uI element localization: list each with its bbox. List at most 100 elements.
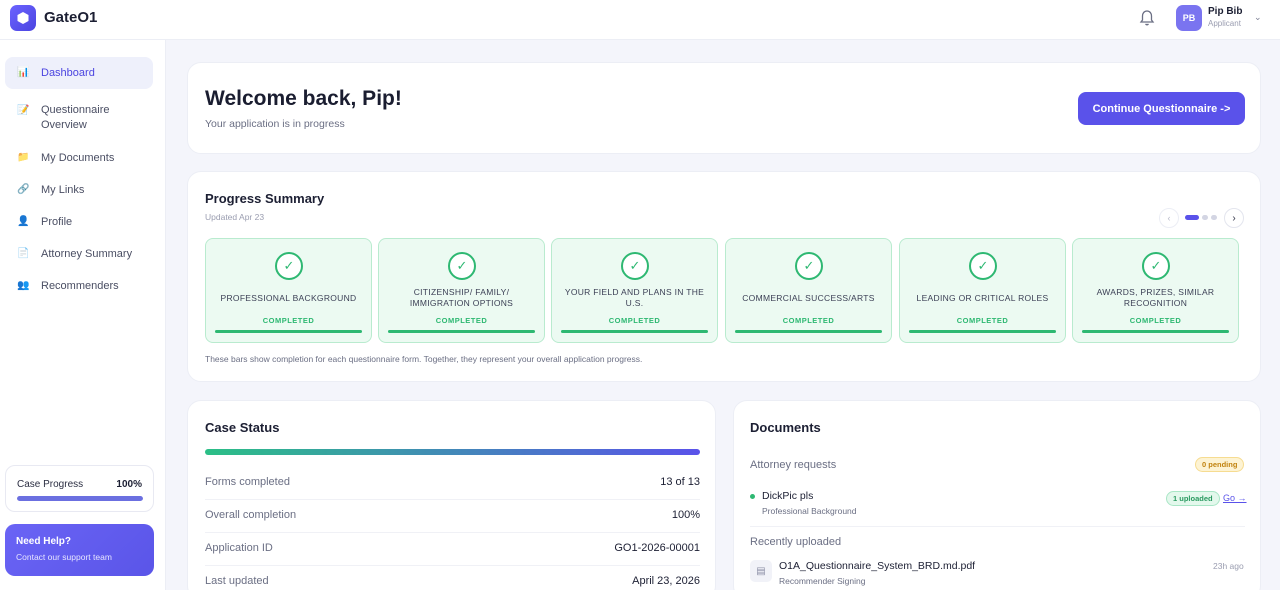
pending-badge: 0 pending [1195,457,1245,472]
progress-step-card[interactable]: ✓ LEADING OR CRITICAL ROLES COMPLETED [899,238,1066,343]
check-icon: ✓ [621,252,649,280]
progress-step-card[interactable]: ✓ COMMERCIAL SUCCESS/ARTS COMPLETED [725,238,892,343]
row-value: 100% [671,509,700,521]
updated-date: Updated Apr 23 [205,212,265,222]
link-icon: 🔗 [17,184,30,195]
sidebar-item-dashboard[interactable]: 📊 Dashboard [5,57,153,89]
progress-summary-card: Progress Summary Updated Apr 23 ‹ › Thes… [187,171,1261,382]
page-dot-2[interactable] [1202,215,1208,220]
step-progress-fill [561,330,708,333]
step-status: COMPLETED [956,316,1009,325]
check-icon: ✓ [1142,252,1170,280]
case-status-card: Case Status Forms completed 13 of 13 Overa… [187,400,716,590]
check-icon: ✓ [275,252,303,280]
continue-questionnaire-button[interactable]: Continue Questionnaire -> [1078,92,1245,125]
divider [750,526,1245,527]
row-value: April 23, 2026 [632,575,700,587]
progress-step-card[interactable]: ✓ AWARDS, PRIZES, SIMILAR RECOGNITION COMP… [1072,238,1239,343]
sidebar-item-my-links[interactable]: 🔗 My Links [5,177,153,203]
welcome-card: Welcome back, Pip! Your application is i… [187,62,1261,154]
help-card[interactable]: Need Help? Contact our support team [5,524,154,576]
step-status: COMPLETED [262,316,315,325]
case-status-bar [205,449,700,455]
sidebar-item-label: My Documents [41,151,115,164]
status-dot [750,494,755,499]
sidebar-item-attorney-summary[interactable]: 📄 Attorney Summary [5,241,153,267]
step-status: COMPLETED [1129,316,1182,325]
sidebar-item-questionnaire-overview[interactable]: 📝 Questionnaire Overview [5,97,153,141]
step-progress-fill [215,330,362,333]
sidebar: Case Progress 100% Need Help? Contact ou… [0,40,166,590]
step-progress-bar [1082,330,1229,333]
page-dot-1[interactable] [1185,215,1199,220]
step-label: YOUR FIELD AND PLANS IN THE U.S. [564,287,705,308]
questionnaire-icon: 📝 [17,105,30,116]
step-progress-fill [735,330,882,333]
go-link[interactable]: Go → [1223,493,1247,503]
summary-icon: 📄 [17,248,30,259]
sidebar-item-label: Questionnaire Overview [41,104,110,131]
sidebar-item-my-documents[interactable]: 📁 My Documents [5,145,153,171]
file-subtitle: Recommender Signing [779,576,866,586]
case-progress-fill [17,496,143,501]
file-time: 23h ago [1213,561,1244,571]
step-progress-bar [909,330,1056,333]
user-name[interactable]: Pip Bib [1208,6,1242,17]
step-progress-bar [215,330,362,333]
recently-uploaded-label: Recently uploaded [750,536,842,548]
progress-step-card[interactable]: ✓ YOUR FIELD AND PLANS IN THE U.S. COMPLET… [551,238,718,343]
step-progress-bar [735,330,882,333]
step-progress-fill [1082,330,1229,333]
progress-note: These bars show completion for each ques… [205,354,643,364]
page-dot-3[interactable] [1211,215,1217,220]
request-title: DickPic pls [762,490,814,502]
case-status-row: Application ID GO1-2026-00001 [205,534,700,566]
progress-summary-title: Progress Summary [205,191,325,206]
sidebar-item-label: Attorney Summary [41,247,133,260]
request-subtitle: Professional Background [762,506,857,516]
sidebar-item-label: My Links [41,183,85,196]
chevron-down-icon[interactable]: ⌄ [1254,12,1262,23]
row-key: Forms completed [205,476,290,488]
uploaded-badge: 1 uploaded [1166,491,1220,506]
attorney-requests-label: Attorney requests [750,459,837,471]
step-status: COMPLETED [608,316,661,325]
step-progress-bar [388,330,535,333]
step-progress-fill [909,330,1056,333]
check-icon: ✓ [448,252,476,280]
row-value: GO1-2026-00001 [614,542,700,554]
sidebar-item-label: Dashboard [41,66,95,79]
progress-step-card[interactable]: ✓ PROFESSIONAL BACKGROUND COMPLETED [205,238,372,343]
progress-step-card[interactable]: ✓ CITIZENSHIP/ FAMILY/ IMMIGRATION OPTION… [378,238,545,343]
welcome-title: Welcome back, Pip! [205,87,402,110]
case-status-row: Overall completion 100% [205,501,700,533]
case-status-fill [205,449,700,455]
case-status-title: Case Status [205,420,280,435]
people-icon: 👥 [17,280,30,291]
bell-icon[interactable] [1139,9,1155,27]
file-icon: ▤ [750,560,772,582]
step-label: COMMERCIAL SUCCESS/ARTS [742,292,875,303]
case-status-row: Last updated April 23, 2026 [205,567,700,590]
sidebar-item-recommenders[interactable]: 👥 Recommenders [5,273,153,299]
step-label: LEADING OR CRITICAL ROLES [916,292,1049,303]
step-status: COMPLETED [782,316,835,325]
brand-name[interactable]: GateO1 [44,9,97,26]
profile-icon: 👤 [17,216,30,227]
next-page-button[interactable]: › [1224,208,1244,228]
case-progress-card: Case Progress 100% [5,465,154,512]
sidebar-item-profile[interactable]: 👤 Profile [5,209,153,235]
logo-icon[interactable] [10,5,36,31]
step-progress-fill [388,330,535,333]
avatar[interactable]: PB [1176,5,1202,31]
previous-page-button[interactable]: ‹ [1159,208,1179,228]
dashboard-icon: 📊 [17,67,30,78]
step-progress-bar [561,330,708,333]
sidebar-item-label: Profile [41,215,73,228]
sidebar-item-label: Recommenders [41,279,119,292]
check-icon: ✓ [795,252,823,280]
documents-card: Documents Attorney requests 0 pending Di… [733,400,1261,590]
step-label: AWARDS, PRIZES, SIMILAR RECOGNITION [1096,287,1215,308]
case-progress-value: 100% [116,479,142,490]
file-name[interactable]: O1A_Questionnaire_System_BRD.md.pdf [779,560,975,572]
